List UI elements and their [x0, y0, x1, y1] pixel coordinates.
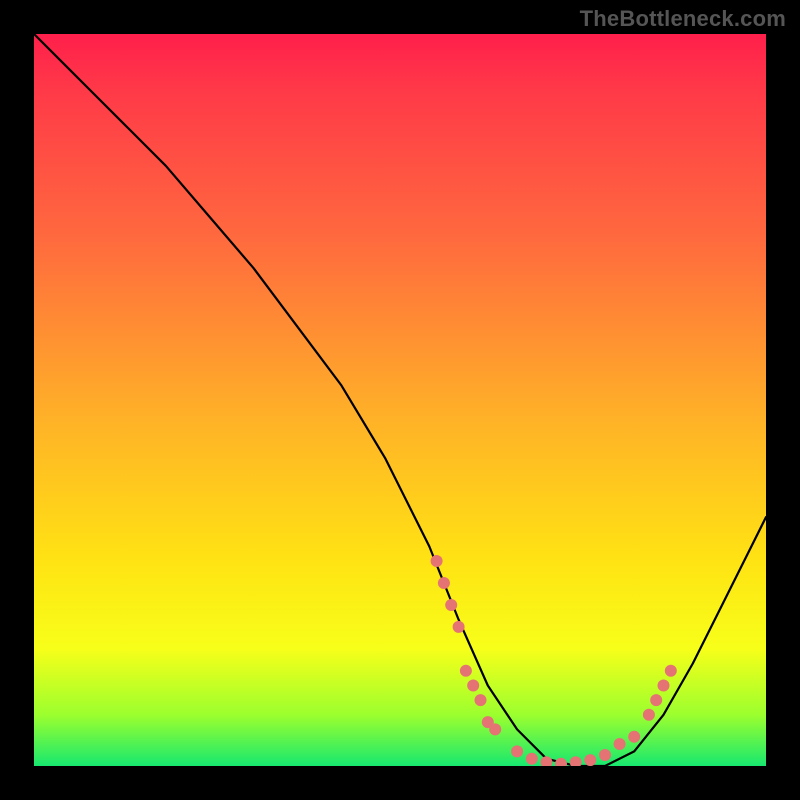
marker-dot: [431, 555, 443, 567]
chart-stage: TheBottleneck.com: [0, 0, 800, 800]
marker-dot: [526, 753, 538, 765]
watermark-text: TheBottleneck.com: [580, 6, 786, 32]
marker-dot: [658, 680, 670, 692]
marker-dot: [555, 758, 567, 766]
marker-dot: [445, 599, 457, 611]
marker-dot: [475, 694, 487, 706]
marker-dot: [438, 577, 450, 589]
marker-dot: [453, 621, 465, 633]
marker-dot: [665, 665, 677, 677]
marker-dot: [584, 754, 596, 766]
marker-dot: [614, 738, 626, 750]
marker-dot: [570, 756, 582, 766]
marker-dot: [467, 680, 479, 692]
marker-dot: [643, 709, 655, 721]
marker-dot: [489, 723, 501, 735]
plot-area: [34, 34, 766, 766]
bottleneck-curve: [34, 34, 766, 766]
marker-dot: [540, 756, 552, 766]
chart-svg: [34, 34, 766, 766]
marker-dot: [650, 694, 662, 706]
marker-dot: [511, 745, 523, 757]
data-markers: [431, 555, 677, 766]
marker-dot: [628, 731, 640, 743]
marker-dot: [599, 749, 611, 761]
marker-dot: [460, 665, 472, 677]
